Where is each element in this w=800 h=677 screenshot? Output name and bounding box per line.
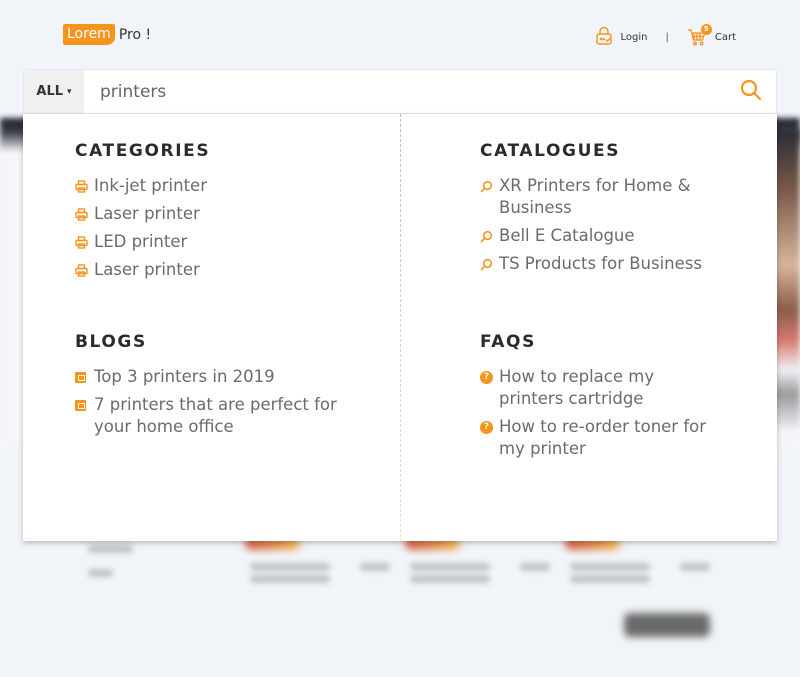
header-actions: Login | 5 Cart bbox=[594, 23, 736, 49]
question-icon: ? bbox=[480, 366, 497, 388]
brand-logo[interactable]: Lorem Pro ! bbox=[63, 24, 151, 45]
blog-icon bbox=[75, 394, 92, 416]
background-text bbox=[250, 575, 330, 583]
faq-item[interactable]: ? How to replace my printers cartridge bbox=[480, 366, 720, 410]
logo-badge: Lorem bbox=[63, 24, 115, 45]
catalogues-section: CATALOGUES XR Printers for Home & Busine… bbox=[480, 141, 770, 281]
categories-section: CATEGORIES Ink-jet printer Laser printer bbox=[75, 141, 375, 287]
cart-count-badge: 5 bbox=[700, 23, 712, 35]
faqs-title: FAQS bbox=[480, 332, 536, 352]
catalogues-title: CATALOGUES bbox=[480, 141, 621, 161]
cart-label: Cart bbox=[714, 32, 736, 43]
printer-icon bbox=[75, 231, 92, 253]
search-bar: ALL ▾ bbox=[23, 69, 777, 114]
magnifier-icon bbox=[480, 175, 497, 197]
chevron-down-icon: ▾ bbox=[67, 86, 72, 97]
categories-title: CATEGORIES bbox=[75, 141, 211, 161]
login-label: Login bbox=[620, 32, 648, 43]
search-input[interactable] bbox=[84, 81, 726, 102]
magnifier-icon bbox=[480, 225, 497, 247]
search-suggestions-panel: CATEGORIES Ink-jet printer Laser printer bbox=[23, 114, 777, 541]
background-text bbox=[570, 563, 650, 571]
category-item[interactable]: Laser printer bbox=[75, 259, 375, 281]
search-icon bbox=[739, 78, 763, 106]
background-text bbox=[360, 563, 390, 571]
printer-icon bbox=[75, 175, 92, 197]
background-button bbox=[624, 613, 710, 637]
cart-icon: 5 bbox=[687, 23, 712, 49]
catalogue-item[interactable]: Bell E Catalogue bbox=[480, 225, 770, 247]
background-text bbox=[410, 575, 490, 583]
blog-icon bbox=[75, 366, 92, 388]
suggestions-right-column: CATALOGUES XR Printers for Home & Busine… bbox=[400, 114, 777, 541]
background-text bbox=[250, 563, 330, 571]
faq-item[interactable]: ? How to re-order toner for my printer bbox=[480, 416, 720, 460]
background-text bbox=[680, 563, 710, 571]
suggestions-left-column: CATEGORIES Ink-jet printer Laser printer bbox=[23, 114, 400, 541]
background-text bbox=[570, 575, 650, 583]
background-text bbox=[520, 563, 550, 571]
background-text bbox=[88, 569, 113, 577]
lock-icon bbox=[594, 26, 614, 49]
catalogue-item[interactable]: TS Products for Business bbox=[480, 253, 770, 275]
cart-link[interactable]: 5 Cart bbox=[687, 23, 736, 49]
question-icon: ? bbox=[480, 416, 497, 438]
printer-icon bbox=[75, 203, 92, 225]
blogs-section: BLOGS Top 3 printers in 2019 7 printers … bbox=[75, 332, 375, 444]
search-button[interactable] bbox=[726, 70, 776, 113]
faqs-section: FAQS ? How to replace my printers cartri… bbox=[480, 332, 720, 466]
blogs-title: BLOGS bbox=[75, 332, 147, 352]
logo-text: Pro ! bbox=[118, 26, 152, 43]
background-text bbox=[88, 545, 133, 553]
blog-item[interactable]: Top 3 printers in 2019 bbox=[75, 366, 375, 388]
header-separator: | bbox=[665, 32, 669, 43]
search-category-label: ALL bbox=[36, 84, 64, 99]
magnifier-icon bbox=[480, 253, 497, 275]
category-item[interactable]: Laser printer bbox=[75, 203, 375, 225]
printer-icon bbox=[75, 259, 92, 281]
background-text bbox=[410, 563, 490, 571]
catalogue-item[interactable]: XR Printers for Home & Business bbox=[480, 175, 770, 219]
login-link[interactable]: Login bbox=[594, 26, 647, 49]
category-item[interactable]: LED printer bbox=[75, 231, 375, 253]
search-category-dropdown[interactable]: ALL ▾ bbox=[24, 70, 84, 113]
blog-item[interactable]: 7 printers that are perfect for your hom… bbox=[75, 394, 375, 438]
category-item[interactable]: Ink-jet printer bbox=[75, 175, 375, 197]
